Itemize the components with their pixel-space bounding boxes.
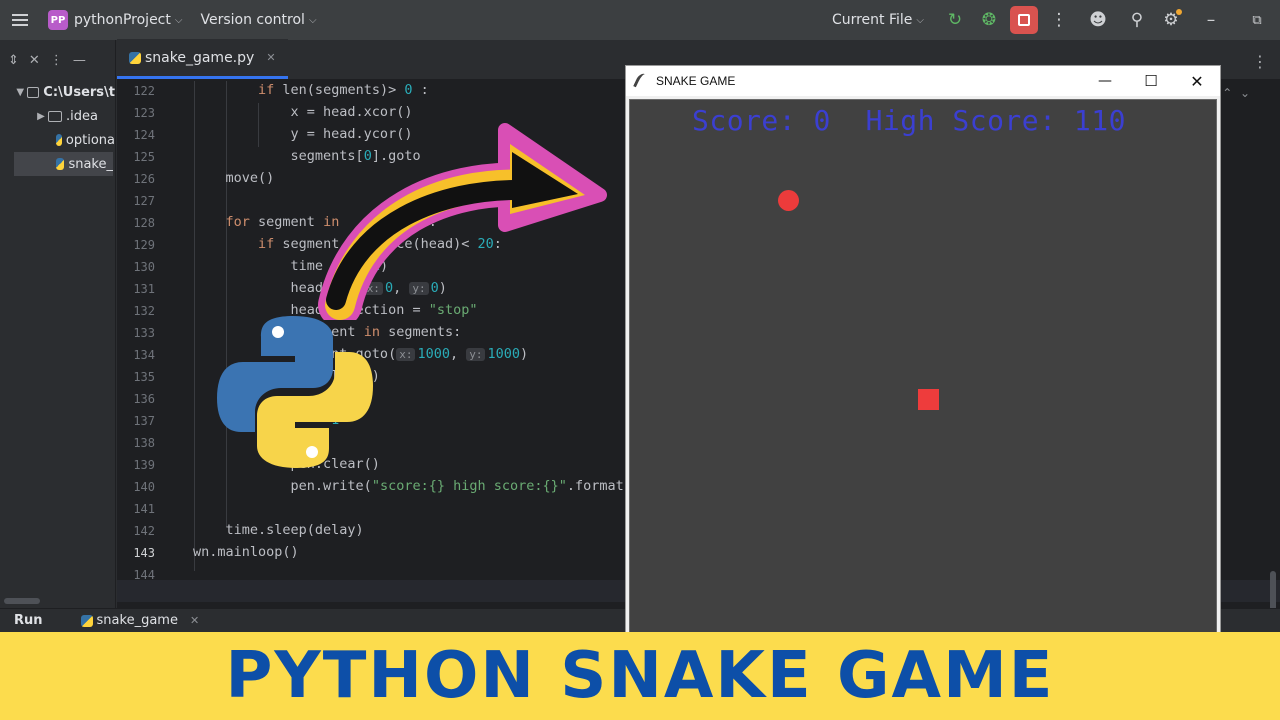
line-number: 137: [133, 414, 155, 428]
project-name: pythonProject: [74, 12, 171, 28]
title-banner: PYTHON SNAKE GAME: [0, 632, 1280, 720]
options-icon[interactable]: ⋮: [50, 53, 63, 68]
game-window-title: SNAKE GAME: [656, 74, 736, 88]
chevron-down-icon: ▼: [16, 86, 25, 98]
line-number: 124: [133, 128, 155, 142]
line-number: 141: [133, 502, 155, 516]
folder-icon: [26, 86, 40, 98]
line-number: 135: [133, 370, 155, 384]
code-line: if len(segments)> 0 :: [258, 82, 429, 98]
line-number: 129: [133, 238, 155, 252]
line-number: 130: [133, 260, 155, 274]
python-logo-icon: [217, 316, 373, 468]
line-number: 143: [133, 546, 155, 560]
more-actions-icon[interactable]: ⋮: [1042, 0, 1076, 40]
line-number: 122: [133, 84, 155, 98]
python-file-icon: [56, 134, 62, 146]
horizontal-scrollbar[interactable]: [4, 598, 40, 604]
code-line: move(): [193, 170, 275, 186]
stop-button[interactable]: [1010, 6, 1038, 34]
main-menu-icon[interactable]: [0, 0, 40, 40]
project-panel: ⇕ ✕ ⋮ — ▼ C:\Users\t ▶ .idea optiona sna…: [0, 40, 116, 608]
tree-item-label: snake_: [68, 156, 113, 172]
line-number: 127: [133, 194, 155, 208]
add-user-icon[interactable]: ☻: [1076, 0, 1120, 40]
debug-icon[interactable]: ❂: [972, 0, 1006, 40]
close-icon[interactable]: ✕: [1174, 66, 1220, 96]
line-number: 126: [133, 172, 155, 186]
version-control-menu[interactable]: Version control ⌵: [200, 12, 316, 28]
line-number: 125: [133, 150, 155, 164]
code-line: time.sleep(delay): [193, 522, 364, 538]
maximize-icon[interactable]: ☐: [1128, 66, 1174, 96]
tree-item-label: .idea: [66, 108, 98, 124]
chevron-right-icon: ▶: [37, 110, 45, 122]
chevron-down-icon: ⌵: [308, 14, 317, 26]
stop-icon: [1018, 14, 1030, 26]
line-number: 142: [133, 524, 155, 538]
expand-all-icon[interactable]: ⇕: [8, 53, 19, 68]
line-number: 123: [133, 106, 155, 120]
food-dot: [778, 190, 799, 211]
curved-arrow-graphic: [318, 123, 607, 320]
tab-actions-icon[interactable]: ⋮: [1252, 52, 1268, 71]
line-number: 136: [133, 392, 155, 406]
line-gutter: 122 123 124 125 126 127 128 129 130 131 132 133 134 1…: [117, 81, 187, 608]
folder-icon: [48, 110, 62, 122]
hide-panel-icon[interactable]: —: [73, 53, 86, 68]
chevron-down-icon: ⌵: [174, 14, 183, 26]
minimize-icon[interactable]: —: [1082, 66, 1128, 96]
run-config-selector[interactable]: Current File ⌵: [832, 12, 924, 28]
titlebar-actions: Current File ⌵ ↻ ❂ ⋮ ☻ ⚲ ⚙ – ⧉: [832, 0, 1280, 40]
line-number: 138: [133, 436, 155, 450]
line-number: 139: [133, 458, 155, 472]
code-line: pen.write("score:{} high score:{}".forma…: [193, 478, 632, 494]
version-control-label: Version control: [200, 12, 305, 28]
line-number: 134: [133, 348, 155, 362]
minimize-icon[interactable]: –: [1188, 0, 1234, 40]
search-icon[interactable]: ⚲: [1120, 0, 1154, 40]
restore-icon[interactable]: ⧉: [1234, 0, 1280, 40]
run-config-label: Current File: [831, 12, 913, 28]
ide-titlebar: PP pythonProject ⌵ Version control ⌵ Cur…: [0, 0, 1280, 40]
game-window-titlebar[interactable]: SNAKE GAME — ☐ ✕: [626, 66, 1220, 96]
project-selector[interactable]: PP pythonProject ⌵: [48, 10, 182, 30]
tree-item-label: C:\Users\t: [43, 84, 115, 100]
snake-head: [918, 389, 939, 410]
line-number: 132: [133, 304, 155, 318]
python-file-icon: [80, 614, 93, 627]
game-canvas[interactable]: Score: 0 High Score: 110: [629, 99, 1217, 634]
score-display: Score: 0 High Score: 110: [692, 104, 1126, 137]
line-number: 128: [133, 216, 155, 230]
python-file-icon: [56, 158, 65, 170]
close-icon[interactable]: ✕: [190, 614, 199, 627]
code-line: wn.mainloop(): [193, 544, 299, 560]
tree-item-optional[interactable]: optiona: [0, 128, 115, 152]
window-controls: — ☐ ✕: [1082, 66, 1220, 96]
project-badge: PP: [48, 10, 68, 30]
run-panel-label[interactable]: Run: [14, 613, 43, 628]
line-number: 144: [133, 568, 155, 582]
tree-item-label: optiona: [65, 132, 115, 148]
tree-item-idea[interactable]: ▶ .idea: [0, 104, 115, 128]
run-tab-snake-game[interactable]: snake_game ✕: [80, 613, 199, 628]
settings-gear-icon[interactable]: ⚙: [1154, 0, 1188, 40]
python-file-icon: [129, 51, 141, 64]
line-number: 140: [133, 480, 155, 494]
banner-title: PYTHON SNAKE GAME: [225, 639, 1055, 713]
line-number: 133: [133, 326, 155, 340]
rerun-icon[interactable]: ↻: [938, 0, 972, 40]
tab-label: snake_game.py: [145, 49, 255, 66]
close-icon[interactable]: ✕: [266, 51, 275, 64]
tree-item-snake-game[interactable]: snake_: [14, 152, 113, 176]
project-panel-toolbar: ⇕ ✕ ⋮ —: [0, 40, 115, 80]
run-tab-label: snake_game: [96, 613, 178, 628]
tree-item-root[interactable]: ▼ C:\Users\t: [0, 80, 115, 104]
line-number: 131: [133, 282, 155, 296]
snake-game-window: SNAKE GAME — ☐ ✕ Score: 0 High Score: 11…: [625, 65, 1221, 634]
tab-snake-game[interactable]: snake_game.py ✕: [117, 39, 288, 79]
collapse-all-icon[interactable]: ✕: [29, 53, 40, 68]
feather-icon: [633, 71, 649, 91]
chevron-down-icon: ⌵: [916, 14, 924, 26]
